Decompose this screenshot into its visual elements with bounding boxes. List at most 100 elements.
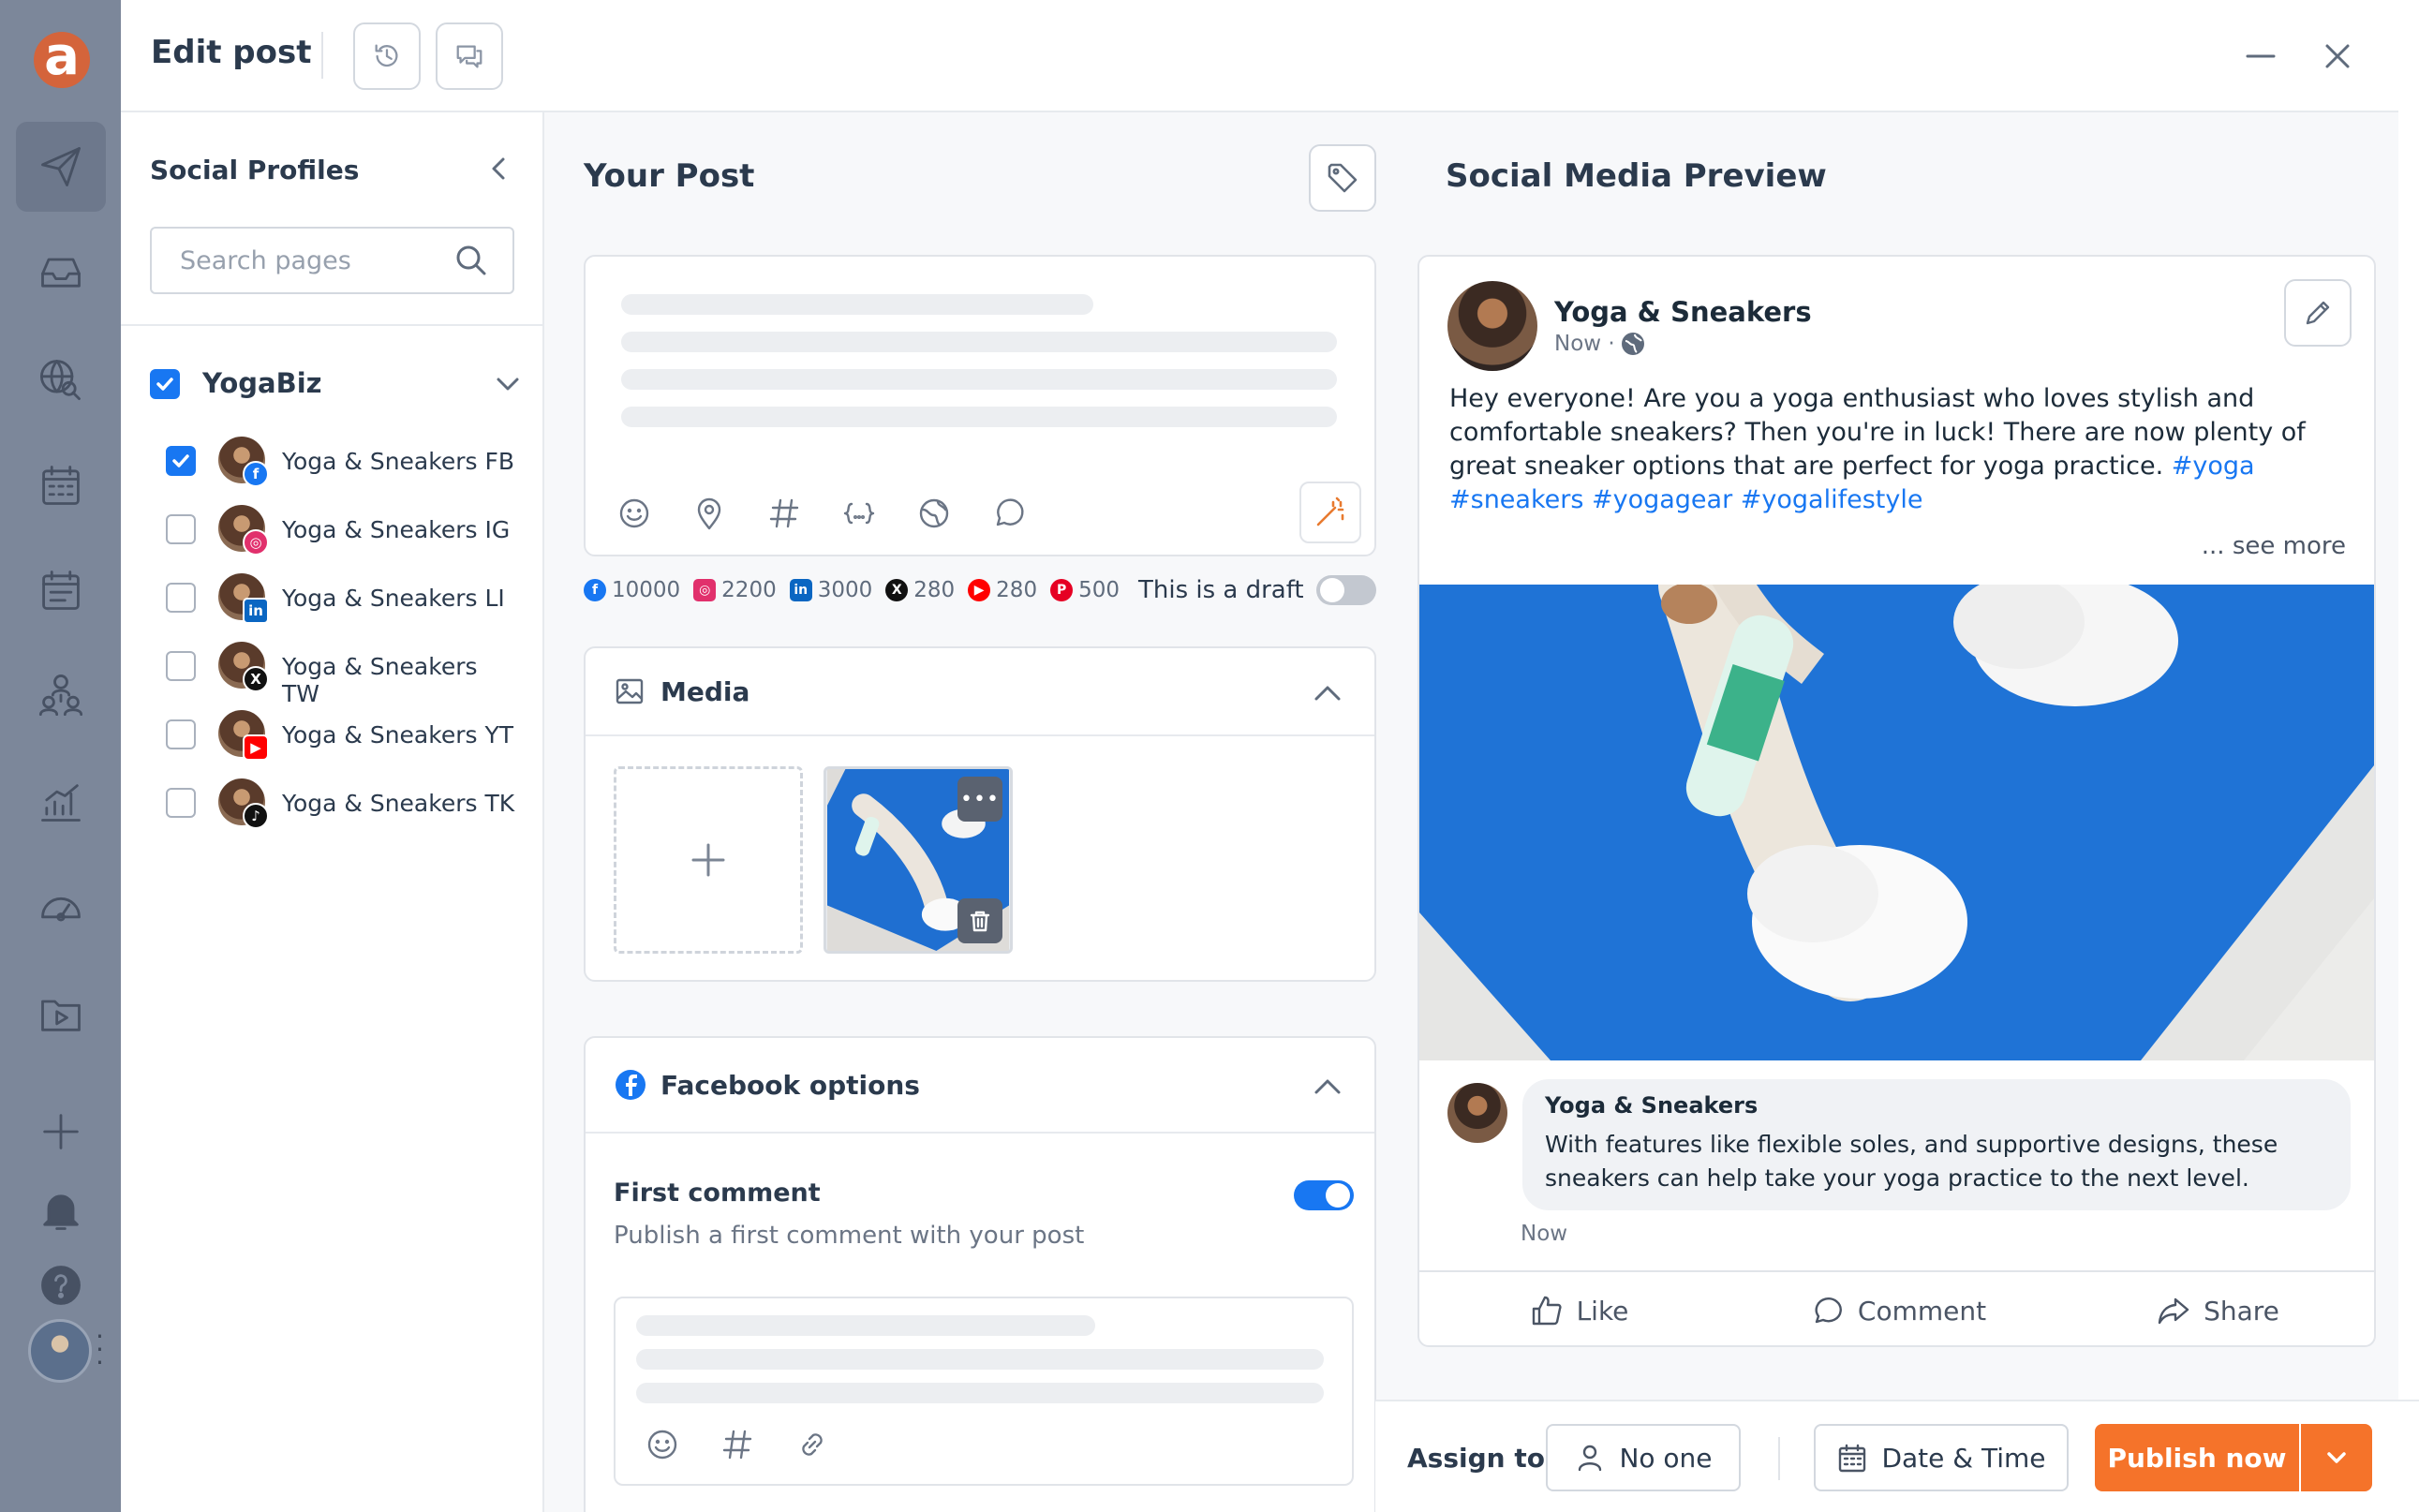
analytics-icon[interactable]: [16, 757, 106, 847]
publish-now-button[interactable]: Publish now: [2095, 1424, 2299, 1491]
preview-panel: Social Media Preview Yoga & Sneakers Now…: [1395, 112, 2398, 1400]
inbox-icon[interactable]: [16, 227, 106, 317]
chevron-up-icon[interactable]: [1309, 1068, 1346, 1105]
profile-name: Yoga & Sneakers LI: [282, 585, 505, 612]
chevron-down-icon: [2327, 1452, 2346, 1463]
user-avatar[interactable]: [28, 1319, 92, 1383]
profile-checkbox[interactable]: [166, 583, 196, 613]
profile-item-li[interactable]: in Yoga & Sneakers LI: [166, 571, 522, 624]
chat-icon[interactable]: [990, 495, 1028, 532]
collapse-profiles-button[interactable]: [482, 152, 516, 185]
search-globe-icon[interactable]: [16, 334, 106, 423]
help-icon[interactable]: [16, 1240, 106, 1330]
profile-checkbox[interactable]: [166, 719, 196, 749]
history-button[interactable]: [353, 22, 421, 90]
add-media-button[interactable]: [614, 766, 803, 954]
profile-checkbox[interactable]: [166, 514, 196, 544]
top-bar: Edit post: [121, 0, 2398, 112]
close-icon: [2325, 44, 2350, 68]
minimize-button[interactable]: [2240, 36, 2281, 77]
chevron-up-icon[interactable]: [1309, 674, 1346, 712]
emoji-icon[interactable]: [644, 1426, 681, 1463]
limit-youtube: ▶ 280: [968, 578, 1037, 602]
media-thumbnail[interactable]: •••: [824, 766, 1013, 954]
publish-options-button[interactable]: [2301, 1424, 2372, 1491]
emoji-icon[interactable]: [616, 495, 653, 532]
profile-checkbox[interactable]: [166, 446, 196, 476]
share-icon: [2158, 1297, 2189, 1325]
profile-item-fb[interactable]: f Yoga & Sneakers FB: [166, 435, 522, 487]
group-checkbox[interactable]: [150, 369, 180, 399]
loading-line: [621, 407, 1337, 427]
avatar: [1447, 281, 1537, 371]
comment-button[interactable]: Comment: [1739, 1272, 2058, 1345]
globe-icon[interactable]: [915, 495, 953, 532]
assignee-button[interactable]: No one: [1546, 1424, 1741, 1491]
loading-line: [636, 1349, 1324, 1370]
preview-image: [1419, 585, 2374, 1060]
hashtag-icon[interactable]: [765, 495, 803, 532]
calendar-icon[interactable]: [16, 440, 106, 530]
profile-name: Yoga & Sneakers FB: [282, 448, 514, 475]
date-time-button[interactable]: Date & Time: [1814, 1424, 2069, 1491]
linkedin-icon: in: [243, 598, 269, 624]
history-icon: [375, 44, 398, 67]
preview-text: Hey everyone! Are you a yoga enthusiast …: [1449, 384, 2306, 514]
like-button[interactable]: Like: [1419, 1272, 1739, 1345]
add-icon[interactable]: [16, 1087, 106, 1177]
dashboard-icon[interactable]: [16, 862, 106, 952]
facebook-post-preview: Yoga & Sneakers Now · Hey everyone! Are …: [1417, 255, 2376, 1347]
chevron-down-icon[interactable]: [491, 367, 525, 401]
group-name: YogaBiz: [202, 367, 322, 399]
search-input[interactable]: [152, 229, 442, 292]
profile-item-tk[interactable]: ♪ Yoga & Sneakers TK: [166, 777, 522, 829]
facebook-options-header[interactable]: Facebook options: [586, 1038, 1374, 1134]
media-library-icon[interactable]: [16, 969, 106, 1059]
page-title: Edit post: [151, 34, 312, 71]
preview-page-name: Yoga & Sneakers: [1554, 296, 1812, 328]
facebook-options-section: Facebook options First comment Publish a…: [584, 1036, 1376, 1512]
app-logo[interactable]: a: [34, 31, 90, 88]
media-section: Media •••: [584, 646, 1376, 982]
link-icon[interactable]: [794, 1426, 831, 1463]
minimize-icon: [2246, 54, 2276, 58]
action-bar: Assign to No one Date & Time Publish now: [1375, 1400, 2419, 1512]
first-comment-toggle[interactable]: [1294, 1180, 1354, 1210]
first-comment-editor[interactable]: [614, 1297, 1354, 1486]
post-editor[interactable]: [584, 255, 1376, 556]
character-limits: f 10000 ◎ 2200 in 3000 X 280 ▶ 280 P 500 This …: [584, 571, 1304, 609]
search-icon[interactable]: [454, 244, 488, 277]
location-icon[interactable]: [690, 495, 728, 532]
variables-icon[interactable]: [840, 495, 878, 532]
profile-item-yt[interactable]: ▶ Yoga & Sneakers YT: [166, 708, 522, 761]
hashtag-icon[interactable]: [719, 1426, 756, 1463]
avatar: [1447, 1083, 1507, 1143]
social-profiles-panel: Social Profiles YogaBiz f Yoga & Sneaker…: [121, 112, 544, 1512]
tag-button[interactable]: [1309, 144, 1376, 212]
profile-checkbox[interactable]: [166, 788, 196, 818]
limit-facebook: f 10000: [584, 578, 680, 602]
media-header[interactable]: Media: [586, 648, 1374, 736]
profile-item-tw[interactable]: X Yoga & Sneakers TW: [166, 640, 522, 707]
more-options-button[interactable]: •••: [957, 777, 1002, 822]
team-icon[interactable]: [16, 650, 106, 740]
edit-preview-button[interactable]: [2284, 279, 2352, 347]
more-icon[interactable]: · · ·: [96, 1324, 105, 1376]
profile-group-yogabiz[interactable]: YogaBiz: [150, 354, 525, 414]
comment-timestamp: Now: [1521, 1222, 1568, 1246]
comment-icon: [1815, 1297, 1842, 1324]
x-icon: X: [243, 666, 269, 692]
comments-button[interactable]: [436, 22, 503, 90]
share-button[interactable]: Share: [2058, 1272, 2374, 1345]
profile-checkbox[interactable]: [166, 651, 196, 681]
see-more-link[interactable]: ... see more: [2202, 532, 2346, 560]
send-icon[interactable]: [16, 122, 106, 212]
delete-media-button[interactable]: [957, 898, 1002, 943]
profile-item-ig[interactable]: ◎ Yoga & Sneakers IG: [166, 503, 522, 556]
limit-pinterest: P 500: [1050, 578, 1120, 602]
loading-line: [636, 1383, 1324, 1403]
ai-assist-button[interactable]: [1299, 482, 1361, 543]
draft-toggle[interactable]: [1316, 575, 1376, 605]
close-button[interactable]: [2317, 36, 2358, 77]
planner-icon[interactable]: [16, 545, 106, 635]
